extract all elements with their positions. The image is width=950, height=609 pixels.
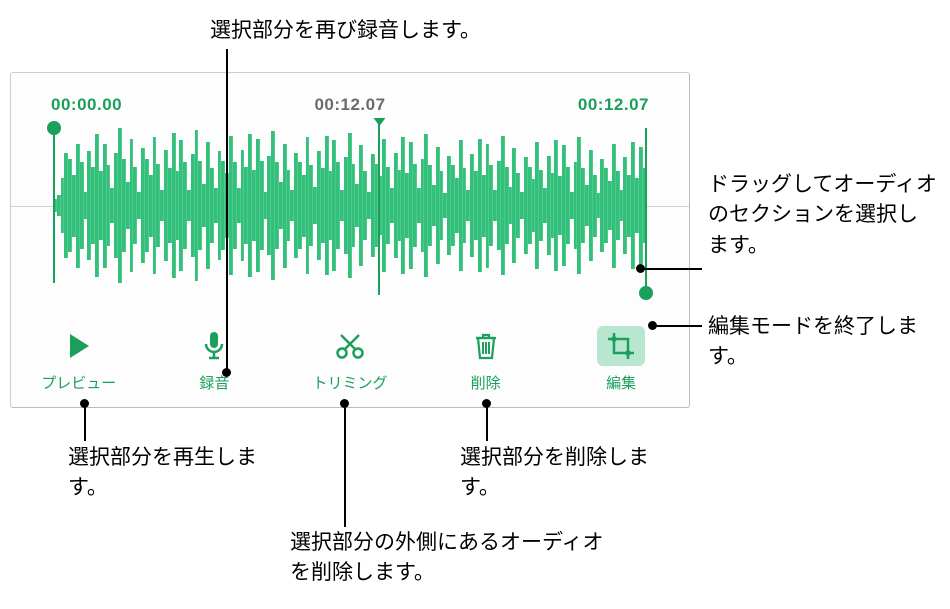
selection-handle-left[interactable]	[53, 128, 55, 283]
timecode-row: 00:00.00 00:12.07 00:12.07	[51, 95, 649, 115]
record-button[interactable]: 録音	[147, 326, 283, 393]
leader-line	[84, 405, 86, 441]
leader-dot	[222, 368, 231, 377]
selection-knob-right[interactable]	[639, 286, 653, 300]
crop-icon	[597, 326, 645, 366]
timecode-current: 00:12.07	[314, 95, 385, 115]
timecode-start: 00:00.00	[51, 95, 122, 115]
preview-button[interactable]: プレビュー	[11, 326, 147, 393]
preview-label: プレビュー	[41, 372, 116, 393]
selection-knob-left[interactable]	[47, 121, 61, 135]
leader-line	[654, 325, 702, 327]
timecode-end: 00:12.07	[578, 95, 649, 115]
trim-label: トリミング	[312, 372, 387, 393]
editor-toolbar: プレビュー 録音 トリミング	[11, 326, 689, 393]
playhead[interactable]	[378, 119, 380, 295]
scissors-icon	[326, 326, 374, 366]
trash-icon	[462, 326, 510, 366]
waveform	[53, 128, 647, 283]
delete-button[interactable]: 削除	[418, 326, 554, 393]
play-icon	[55, 326, 103, 366]
leader-dot	[80, 399, 89, 408]
leader-line	[344, 405, 346, 527]
edit-button[interactable]: 編集	[553, 326, 689, 393]
edit-label: 編集	[606, 372, 636, 393]
delete-label: 削除	[471, 372, 501, 393]
microphone-icon	[190, 326, 238, 366]
callout-trim-outside: 選択部分の外側にあるオーディオを削除します。	[290, 528, 620, 589]
leader-dot	[636, 264, 645, 273]
trim-button[interactable]: トリミング	[282, 326, 418, 393]
leader-line	[226, 49, 228, 370]
waveform-area[interactable]	[41, 128, 659, 283]
leader-line	[486, 405, 488, 441]
callout-record-again: 選択部分を再び録音します。	[210, 16, 481, 46]
leader-dot	[340, 399, 349, 408]
leader-line	[642, 268, 702, 270]
callout-delete-selection: 選択部分を削除します。	[460, 443, 680, 504]
callout-drag-select: ドラッグしてオーディオのセクションを選択します。	[708, 170, 938, 261]
callout-play-selection: 選択部分を再生します。	[68, 443, 288, 504]
leader-dot	[648, 321, 657, 330]
leader-dot	[482, 399, 491, 408]
callout-exit-edit: 編集モードを終了します。	[708, 312, 938, 373]
audio-editor-panel: 00:00.00 00:12.07 00:12.07 プレビュー	[10, 72, 690, 408]
